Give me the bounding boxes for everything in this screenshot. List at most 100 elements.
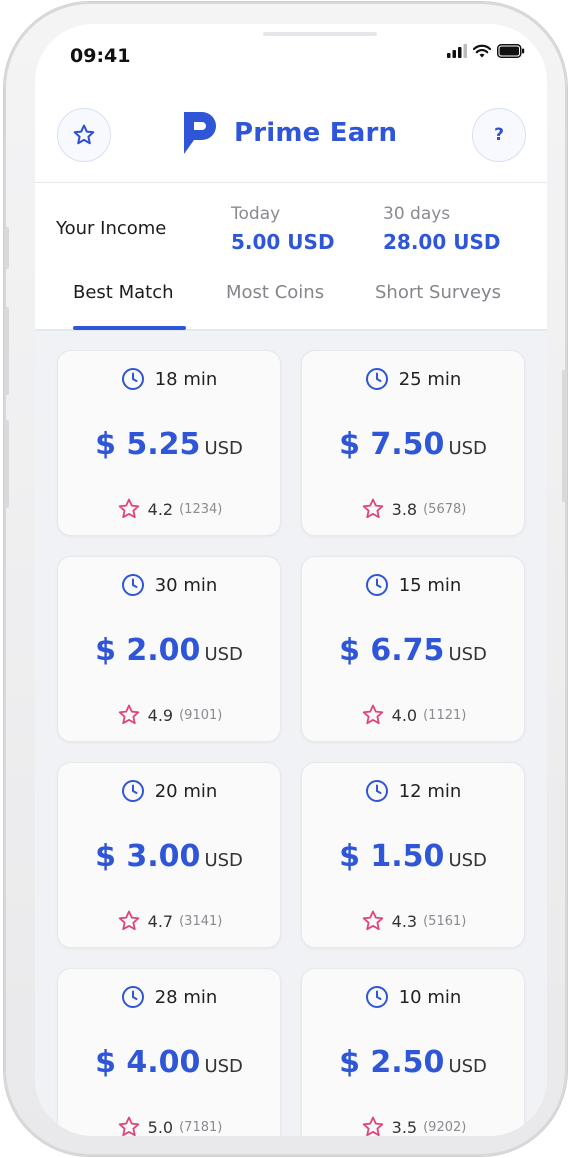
phone-frame: 09:41 Prime Earn ? Your Income Today 5.0…: [4, 2, 567, 1156]
rating-count: (3141): [179, 913, 223, 929]
survey-reward: $ 2.00 USD: [58, 633, 280, 668]
status-icons: [447, 44, 525, 58]
rating-value: 4.2: [147, 499, 174, 519]
clock-icon: [121, 368, 144, 390]
survey-rating: 4.3 (5161): [302, 909, 524, 933]
survey-reward: $ 3.00 USD: [58, 839, 280, 874]
clock-icon: [365, 368, 388, 390]
tab-best-match[interactable]: Best Match: [73, 282, 174, 303]
status-time: 09:41: [70, 45, 131, 67]
duration-text: 18 min: [154, 368, 218, 390]
signal-icon: [447, 44, 467, 58]
rating-value: 4.3: [391, 911, 418, 931]
clock-icon: [121, 780, 144, 802]
survey-card[interactable]: 10 min $ 2.50 USD 3.5 (9202): [301, 968, 525, 1136]
income-30-days-caption: 30 days: [383, 204, 451, 224]
rating-count: (5678): [423, 501, 467, 517]
survey-card[interactable]: 15 min $ 6.75 USD 4.0 (1121): [301, 556, 525, 742]
power-button: [562, 370, 567, 502]
reward-amount: $ 1.50: [339, 839, 445, 874]
income-today-value: 5.00 USD: [231, 230, 335, 254]
reward-amount: $ 5.25: [95, 427, 201, 462]
duration-text: 28 min: [154, 986, 218, 1008]
survey-card[interactable]: 18 min $ 5.25 USD 4.2 (1234): [57, 350, 281, 536]
duration-text: 12 min: [398, 780, 462, 802]
star-rating-icon: [118, 704, 139, 725]
rating-count: (1121): [423, 707, 467, 723]
survey-rating: 4.7 (3141): [58, 909, 280, 933]
reward-currency: USD: [204, 644, 243, 665]
survey-tabs: Best Match Most Coins Short Surveys: [35, 282, 547, 332]
brand-logo: Prime Earn: [180, 108, 397, 158]
income-today-caption: Today: [231, 204, 281, 224]
star-rating-icon: [362, 1116, 383, 1136]
survey-reward: $ 6.75 USD: [302, 633, 524, 668]
clock-icon: [365, 574, 388, 596]
star-rating-icon: [118, 1116, 139, 1136]
income-30-days: 30 days 28.00 USD: [383, 204, 500, 254]
tab-short-surveys[interactable]: Short Surveys: [375, 282, 501, 303]
survey-card[interactable]: 28 min $ 4.00 USD 5.0 (7181): [57, 968, 281, 1136]
duration-text: 25 min: [398, 368, 462, 390]
survey-reward: $ 5.25 USD: [58, 427, 280, 462]
survey-rating: 4.9 (9101): [58, 703, 280, 727]
survey-reward: $ 7.50 USD: [302, 427, 524, 462]
wifi-icon: [473, 44, 491, 58]
rating-value: 3.8: [391, 499, 418, 519]
survey-card[interactable]: 25 min $ 7.50 USD 3.8 (5678): [301, 350, 525, 536]
income-label: Your Income: [56, 218, 167, 239]
rating-count: (7181): [179, 1119, 223, 1135]
duration-text: 20 min: [154, 780, 218, 802]
reward-amount: $ 7.50: [339, 427, 445, 462]
star-outline-icon: [73, 124, 95, 145]
tab-most-coins[interactable]: Most Coins: [226, 282, 324, 303]
favorites-button[interactable]: [57, 108, 111, 162]
reward-amount: $ 2.00: [95, 633, 201, 668]
survey-card[interactable]: 20 min $ 3.00 USD 4.7 (3141): [57, 762, 281, 948]
reward-currency: USD: [204, 1056, 243, 1077]
prime-earn-logo-icon: [184, 112, 216, 154]
reward-currency: USD: [204, 850, 243, 871]
income-today: Today 5.00 USD: [231, 204, 335, 254]
survey-card[interactable]: 30 min $ 2.00 USD 4.9 (9101): [57, 556, 281, 742]
help-label: ?: [494, 125, 504, 145]
rating-count: (9202): [423, 1119, 467, 1135]
survey-duration: 28 min: [58, 985, 280, 1009]
survey-duration: 18 min: [58, 367, 280, 391]
survey-duration: 30 min: [58, 573, 280, 597]
volume-down-button: [4, 420, 9, 508]
rating-value: 4.7: [147, 911, 174, 931]
reward-amount: $ 6.75: [339, 633, 445, 668]
speaker-grille: [263, 32, 377, 36]
duration-text: 10 min: [398, 986, 462, 1008]
duration-text: 15 min: [398, 574, 462, 596]
clock-icon: [121, 986, 144, 1008]
reward-currency: USD: [448, 1056, 487, 1077]
brand-name: Prime Earn: [234, 118, 398, 148]
battery-icon: [497, 44, 525, 58]
reward-currency: USD: [204, 438, 243, 459]
reward-amount: $ 3.00: [95, 839, 201, 874]
header-divider: [35, 182, 547, 183]
rating-count: (5161): [423, 913, 467, 929]
income-30-days-value: 28.00 USD: [383, 230, 501, 254]
survey-reward: $ 2.50 USD: [302, 1045, 524, 1080]
mute-switch: [4, 227, 9, 269]
star-rating-icon: [118, 910, 139, 931]
active-tab-indicator: [73, 326, 186, 330]
star-rating-icon: [362, 704, 383, 725]
survey-rating: 3.8 (5678): [302, 497, 524, 521]
survey-reward: $ 1.50 USD: [302, 839, 524, 874]
help-button[interactable]: ?: [472, 108, 526, 162]
rating-value: 4.0: [391, 705, 418, 725]
clock-icon: [365, 780, 388, 802]
rating-count: (1234): [179, 501, 223, 517]
reward-amount: $ 4.00: [95, 1045, 201, 1080]
survey-duration: 12 min: [302, 779, 524, 803]
survey-rating: 5.0 (7181): [58, 1115, 280, 1136]
volume-up-button: [4, 307, 9, 395]
duration-text: 30 min: [154, 574, 218, 596]
survey-card[interactable]: 12 min $ 1.50 USD 4.3 (5161): [301, 762, 525, 948]
reward-currency: USD: [448, 644, 487, 665]
rating-value: 5.0: [147, 1117, 174, 1137]
